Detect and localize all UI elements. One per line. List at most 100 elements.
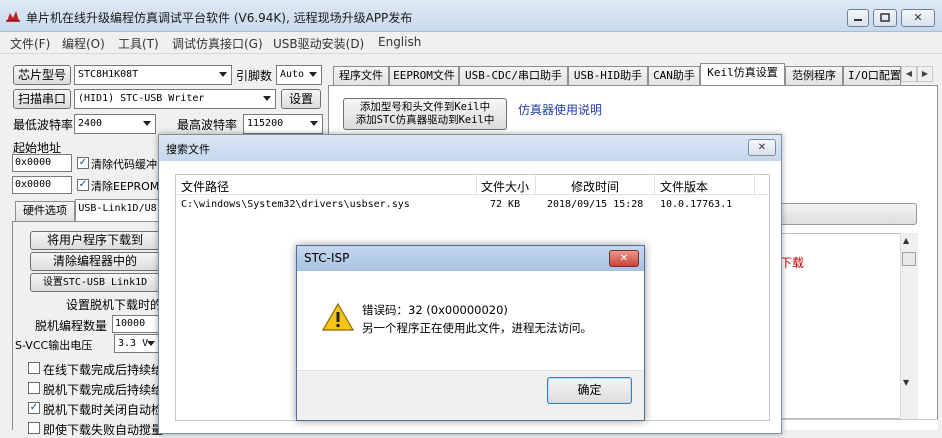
min-baud-value: 2400 (78, 118, 103, 129)
search-close-button[interactable]: ✕ (748, 139, 776, 156)
port-select[interactable]: (HID1) STC-USB Writer (74, 89, 276, 109)
tab-scroll-left-button[interactable]: ◀ (901, 66, 917, 82)
add-to-keil-button[interactable]: 添加型号和头文件到Keil中 添加STC仿真器驱动到Keil中 (343, 98, 507, 130)
chevron-down-icon (143, 121, 151, 126)
search-dialog-titlebar (159, 135, 781, 161)
online-continue-label: 在线下载完成后持续给 (43, 363, 164, 377)
tab-examples[interactable]: 范例程序 (785, 66, 843, 85)
ok-button[interactable]: 确定 (547, 377, 632, 404)
set-link1d-button[interactable]: 设置STC-USB Link1D (30, 273, 160, 292)
menu-file[interactable]: 文件(F) (10, 35, 50, 52)
chevron-down-icon (263, 96, 271, 101)
clear-programmer-button[interactable]: 清除编程器中的 (30, 252, 160, 271)
column-divider (754, 175, 755, 195)
error-dialog-title: STC-ISP (304, 251, 350, 265)
online-continue-checkbox[interactable] (28, 362, 40, 374)
scroll-thumb[interactable] (902, 252, 916, 266)
offline-count-label: 脱机编程数量 (35, 319, 108, 333)
error-code-text: 错误码：32 (0x00000020) (362, 303, 508, 317)
close-icon: ✕ (757, 142, 767, 153)
tab-io-config[interactable]: I/O口配置 (843, 66, 901, 85)
port-value: (HID1) STC-USB Writer (78, 93, 205, 104)
tab-eeprom-file[interactable]: EEPROM文件 (389, 66, 459, 85)
download-to-programmer-button[interactable]: 将用户程序下载到 (30, 231, 160, 250)
offline-settings-label: 设置脱机下载时的 (66, 298, 163, 312)
chevron-down-icon (309, 72, 317, 77)
chip-model-select[interactable]: STC8H1K08T (74, 65, 232, 85)
chevron-down-icon (147, 340, 155, 346)
minimize-button[interactable] (847, 9, 869, 27)
column-header-version[interactable]: 文件版本 (660, 178, 708, 195)
svcc-select[interactable]: 3.3 V (114, 334, 160, 353)
cell-time: 2018/09/15 15:28 (547, 199, 644, 210)
menu-usb-driver[interactable]: USB驱动安装(D) (273, 35, 364, 52)
clear-code-checkbox[interactable]: ✓ (77, 157, 89, 169)
port-settings-button[interactable]: 设置 (281, 89, 321, 109)
search-dialog-title: 搜索文件 (166, 143, 210, 156)
svcc-label: S-VCC输出电压 (15, 339, 93, 352)
menu-tools[interactable]: 工具(T) (118, 35, 159, 52)
tab-keil-sim[interactable]: Keil仿真设置 (700, 63, 785, 85)
tab-hardware-options[interactable]: 硬件选项 (15, 201, 75, 221)
window-title: 单片机在线升级编程仿真调试平台软件 (V6.94K), 远程现场升级APP发布 (26, 11, 413, 25)
add-to-keil-line-2: 添加STC仿真器驱动到Keil中 (355, 114, 495, 126)
app-logo-icon (6, 10, 20, 22)
warning-icon (321, 302, 355, 331)
close-icon: ✕ (913, 11, 923, 24)
tab-can[interactable]: CAN助手 (648, 66, 700, 85)
column-divider (654, 175, 655, 195)
cell-size: 72 KB (490, 199, 521, 210)
column-header-time[interactable]: 修改时间 (571, 178, 619, 195)
menu-debug-interface[interactable]: 调试仿真接口(G) (172, 35, 263, 52)
clear-eeprom-checkbox[interactable]: ✓ (77, 179, 89, 191)
min-baud-select[interactable]: 2400 (74, 114, 156, 134)
error-close-button[interactable]: ✕ (609, 250, 639, 267)
add-to-keil-line-1: 添加型号和头文件到Keil中 (359, 101, 491, 113)
max-baud-label: 最高波特率 (177, 118, 238, 132)
error-message-text: 另一个程序正在使用此文件，进程无法访问。 (362, 321, 592, 335)
pins-label: 引脚数 (236, 69, 273, 83)
chip-model-button[interactable]: 芯片型号 (13, 65, 71, 85)
offline-count-input[interactable]: 10000 (112, 315, 160, 333)
max-baud-value: 115200 (247, 118, 284, 129)
column-header-size[interactable]: 文件大小 (481, 178, 529, 195)
scroll-up-icon[interactable]: ▲ (903, 236, 909, 245)
column-divider (476, 175, 477, 195)
tab-usb-hid[interactable]: USB-HID助手 (568, 66, 648, 85)
keil-side-button[interactable] (780, 203, 917, 225)
offline-continue-label: 脱机下载完成后持续给 (43, 383, 164, 397)
emulator-manual-link[interactable]: 仿真器使用说明 (518, 101, 602, 118)
close-icon: ✕ (619, 253, 629, 264)
menu-program[interactable]: 编程(O) (62, 35, 105, 52)
start-address-2-input[interactable]: 0x0000 (12, 176, 72, 194)
tab-usb-cdc[interactable]: USB-CDC/串口助手 (459, 66, 568, 85)
min-baud-label: 最低波特率 (13, 118, 74, 132)
output-red-text: 下载 (780, 256, 805, 270)
close-button[interactable]: ✕ (901, 9, 935, 27)
column-divider (535, 175, 536, 195)
menu-english[interactable]: English (378, 35, 421, 49)
offline-close-label: 脱机下载时关闭自动检 (43, 403, 164, 417)
status-strip (780, 419, 938, 430)
clear-code-label: 清除代码缓冲 (91, 158, 157, 171)
tab-scroll-right-button[interactable]: ▶ (917, 66, 933, 82)
chip-model-value: STC8H1K08T (78, 69, 139, 80)
max-baud-select[interactable]: 115200 (243, 114, 323, 134)
pins-select[interactable]: Auto (276, 65, 322, 85)
cell-version: 10.0.17763.1 (660, 199, 733, 210)
chevron-down-icon (219, 72, 227, 77)
scroll-down-icon[interactable]: ▼ (903, 378, 909, 387)
offline-close-checkbox[interactable]: ✓ (28, 402, 40, 414)
cell-path: C:\windows\System32\drivers\usbser.sys (181, 199, 410, 210)
tab-program-file[interactable]: 程序文件 (333, 66, 389, 85)
maximize-button[interactable] (873, 9, 897, 27)
scan-port-button[interactable]: 扫描串口 (13, 89, 71, 109)
svcc-value: 3.3 V (118, 338, 149, 349)
start-address-1-input[interactable]: 0x0000 (12, 154, 72, 172)
tab-usb-link[interactable]: USB-Link1D/U8 (75, 199, 160, 221)
column-header-path[interactable]: 文件路径 (181, 178, 229, 195)
pins-value: Auto (280, 69, 305, 80)
chevron-down-icon (310, 121, 318, 126)
offline-continue-checkbox[interactable] (28, 382, 40, 394)
fail-auto-checkbox[interactable] (28, 422, 40, 434)
